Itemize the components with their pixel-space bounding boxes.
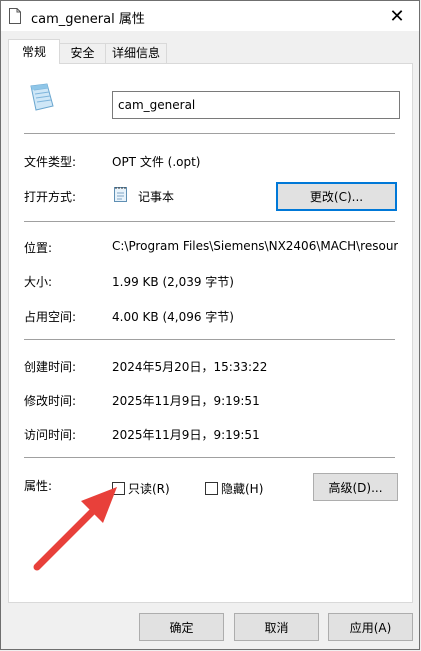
annotation-arrow-icon: [33, 487, 117, 571]
notepad-file-icon: [30, 83, 54, 111]
ok-button[interactable]: 确定: [139, 613, 224, 641]
file-type-label: 文件类型:: [24, 155, 77, 169]
location-value: C:\Program Files\Siemens\NX2406\MACH\res…: [112, 239, 398, 253]
cancel-button[interactable]: 取消: [234, 613, 319, 641]
readonly-label: 只读(R): [128, 482, 170, 496]
opens-with-label: 打开方式:: [24, 190, 77, 204]
checkbox-box[interactable]: [205, 482, 218, 495]
tab-general[interactable]: 常规: [8, 39, 60, 64]
apply-button[interactable]: 应用(A): [328, 613, 413, 641]
size-label: 大小:: [24, 275, 53, 289]
size-value: 1.99 KB (2,039 字节): [112, 275, 234, 289]
hidden-checkbox[interactable]: 隐藏(H): [205, 480, 263, 497]
created-label: 创建时间:: [24, 360, 77, 374]
notepad-icon: [114, 187, 127, 202]
accessed-value: 2025年11月9日，9:19:51: [112, 428, 260, 442]
hidden-label: 隐藏(H): [221, 482, 264, 496]
close-icon: ✕: [389, 5, 405, 27]
close-button[interactable]: ✕: [377, 1, 417, 31]
size-on-disk-value: 4.00 KB (4,096 字节): [112, 310, 234, 324]
change-button[interactable]: 更改(C)...: [276, 182, 397, 211]
size-on-disk-label: 占用空间:: [24, 310, 77, 324]
file-icon: [9, 8, 21, 24]
separator: [24, 221, 395, 222]
location-label: 位置:: [24, 241, 53, 255]
file-type-value: OPT 文件 (.opt): [112, 155, 201, 169]
separator: [24, 339, 395, 340]
tab-details[interactable]: 详细信息: [105, 43, 167, 63]
separator: [24, 133, 395, 134]
opens-with-value: 记事本: [138, 190, 175, 204]
properties-window: cam_general 属性 ✕ 常规 安全 详细信息 cam_general …: [0, 0, 420, 650]
advanced-button[interactable]: 高级(D)...: [313, 473, 398, 501]
modified-value: 2025年11月9日，9:19:51: [112, 394, 260, 408]
file-name-field[interactable]: cam_general: [112, 91, 400, 119]
tab-security[interactable]: 安全: [59, 43, 106, 63]
separator: [24, 457, 395, 458]
created-value: 2024年5月20日，15:33:22: [112, 360, 268, 374]
accessed-label: 访问时间:: [24, 428, 77, 442]
window-title: cam_general 属性: [31, 12, 145, 27]
title-bar[interactable]: cam_general 属性 ✕: [1, 1, 419, 31]
modified-label: 修改时间:: [24, 394, 77, 408]
